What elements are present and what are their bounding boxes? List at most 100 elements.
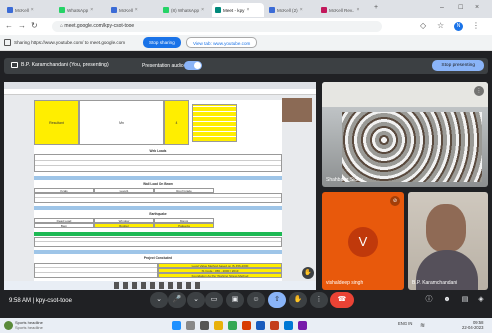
emoji-icon[interactable]: ☺ <box>247 292 265 308</box>
value-cell: 4 <box>164 100 189 145</box>
minimize-icon[interactable]: – <box>440 4 444 11</box>
more-options-icon[interactable]: ⋮ <box>310 292 328 308</box>
data-table <box>34 237 282 247</box>
browser-tab[interactable]: (8) WhatsApp × <box>160 3 210 17</box>
tab-title: (8) WhatsApp <box>171 7 200 13</box>
back-icon[interactable]: ← <box>5 21 13 30</box>
tab-favicon <box>7 7 13 13</box>
view-tab-button[interactable]: View tab: www.youtube.com <box>186 37 258 48</box>
maximize-icon[interactable]: ☐ <box>458 4 463 11</box>
menu-icon[interactable]: ⋮ <box>472 21 480 30</box>
forward-icon[interactable]: → <box>18 21 26 30</box>
audio-options-icon[interactable]: ⌄ <box>150 292 168 308</box>
presenter-thumbnail <box>282 98 312 122</box>
url-text: meet.google.com/kpy-csot-tooe <box>64 23 135 29</box>
present-icon[interactable]: ⇧ <box>268 292 286 308</box>
document-page: Resultant Mn 4 Web Loads Wall Load On Be… <box>34 100 282 290</box>
office-icon[interactable] <box>242 321 251 330</box>
blue-bar <box>34 176 282 180</box>
activities-icon[interactable]: ◈ <box>474 292 488 308</box>
news-widget[interactable]: Sports headline Sports headline <box>15 320 43 330</box>
close-icon[interactable]: × <box>31 7 34 13</box>
powerpoint-icon[interactable] <box>270 321 279 330</box>
language-indicator[interactable]: ENG IN <box>398 321 412 326</box>
browser-tab-active[interactable]: Meet - kpy × <box>212 3 264 17</box>
close-icon[interactable]: × <box>246 7 249 13</box>
extensions-icon[interactable]: ◇ <box>420 21 426 30</box>
camera-icon[interactable]: ▭ <box>205 292 223 308</box>
window-close-icon[interactable]: × <box>475 4 479 11</box>
browser-tab[interactable]: McKell Rev.. × <box>318 3 370 17</box>
tab-favicon <box>111 7 117 13</box>
meet-favicon <box>215 7 221 13</box>
browser-tab[interactable]: McKell × <box>108 3 158 17</box>
section-heading: Wall Load On Beam <box>143 182 173 186</box>
participant-name: Shahbaaz Sidhu <box>326 177 363 183</box>
presenter-name: B.P. Karamchandani (You, presenting) <box>21 62 109 68</box>
participant-tile-self[interactable]: B.P. Karamchandani <box>408 192 488 290</box>
captions-icon[interactable]: ▣ <box>226 292 244 308</box>
folder-icon[interactable] <box>214 321 223 330</box>
browser-tab[interactable]: McKell (2) × <box>266 3 316 17</box>
data-table <box>34 154 282 172</box>
meet-window: B.P. Karamchandani (You, presenting) Pre… <box>0 52 492 333</box>
new-tab-icon[interactable]: + <box>374 4 378 11</box>
hand-raise-icon[interactable]: ✋ <box>302 267 314 279</box>
browser-tab[interactable]: McKell × <box>4 3 54 17</box>
close-icon[interactable]: × <box>201 7 204 13</box>
taskbar-icons <box>114 282 204 289</box>
table-cell: Foundation As Per Working Stress Method <box>158 273 282 278</box>
tab-favicon <box>163 7 169 13</box>
address-bar-row: ← → ↻ ⌂ meet.google.com/kpy-csot-tooe ◇ … <box>0 18 492 35</box>
present-icon <box>11 62 18 68</box>
stop-sharing-button[interactable]: Stop sharing <box>143 37 181 48</box>
app-icon[interactable] <box>298 321 307 330</box>
search-icon[interactable] <box>186 321 195 330</box>
tab-sharing-bar: Sharing https://www.youtube.com/ to meet… <box>0 35 492 51</box>
profile-avatar[interactable]: N <box>454 22 463 31</box>
result-cell: Resultant <box>34 100 79 145</box>
close-icon[interactable]: × <box>90 7 93 13</box>
video-options-icon[interactable]: ⌄ <box>187 292 205 308</box>
raise-hand-icon[interactable]: ✋ <box>289 292 307 308</box>
end-call-button[interactable]: ☎ <box>330 292 354 308</box>
section-heading: Web Loads <box>149 149 167 153</box>
chrome-icon[interactable] <box>228 321 237 330</box>
chat-icon[interactable]: ▤ <box>456 292 474 308</box>
word-icon[interactable] <box>256 321 265 330</box>
close-icon[interactable]: × <box>356 7 359 13</box>
tab-favicon <box>59 7 65 13</box>
presenter-label: B.P. Karamchandani (You, presenting) <box>11 62 109 68</box>
participant-tile[interactable]: V ⊘ vishaldeep singh <box>322 192 404 290</box>
reload-icon[interactable]: ↻ <box>31 21 38 30</box>
clock-date: 22-04-2023 <box>462 325 484 330</box>
participant-tile[interactable]: ⋮ Shahbaaz Sidhu <box>322 82 488 187</box>
calc-table <box>192 104 237 142</box>
wifi-icon[interactable]: ≋ <box>420 322 425 329</box>
more-options-icon[interactable]: ⋮ <box>474 86 484 96</box>
shared-address <box>4 89 316 95</box>
participant-face <box>426 204 466 252</box>
start-icon[interactable] <box>172 321 181 330</box>
meeting-info: 9:58 AM | kpy-csot-tooe <box>9 298 72 304</box>
system-clock[interactable]: 09:58 22-04-2023 <box>462 320 483 330</box>
participant-name: B.P. Karamchandani <box>412 280 458 286</box>
url-field[interactable]: ⌂ meet.google.com/kpy-csot-tooe <box>52 21 382 32</box>
people-icon[interactable]: ☻ <box>438 292 456 308</box>
tab-title: WhatsApp <box>67 7 89 13</box>
browser-tab[interactable]: WhatsApp × <box>56 3 106 17</box>
edge-icon[interactable] <box>284 321 293 330</box>
tab-title: McKell <box>119 7 133 13</box>
participant-avatar: V <box>348 227 378 257</box>
bookmark-icon[interactable]: ☆ <box>437 21 444 30</box>
mic-icon[interactable]: 🎤 <box>168 292 186 308</box>
table-cell: Rodger <box>94 223 154 228</box>
presentation-audio-toggle[interactable] <box>184 61 202 70</box>
tab-strip: McKell × WhatsApp × McKell × (8) WhatsApp × … <box>0 0 492 18</box>
task-view-icon[interactable] <box>200 321 209 330</box>
section-heading: Earthquake <box>149 212 167 216</box>
info-icon[interactable]: ⓘ <box>420 292 438 308</box>
stop-presenting-button[interactable]: Stop presenting <box>432 60 484 71</box>
close-icon[interactable]: × <box>300 7 303 13</box>
close-icon[interactable]: × <box>135 7 138 13</box>
